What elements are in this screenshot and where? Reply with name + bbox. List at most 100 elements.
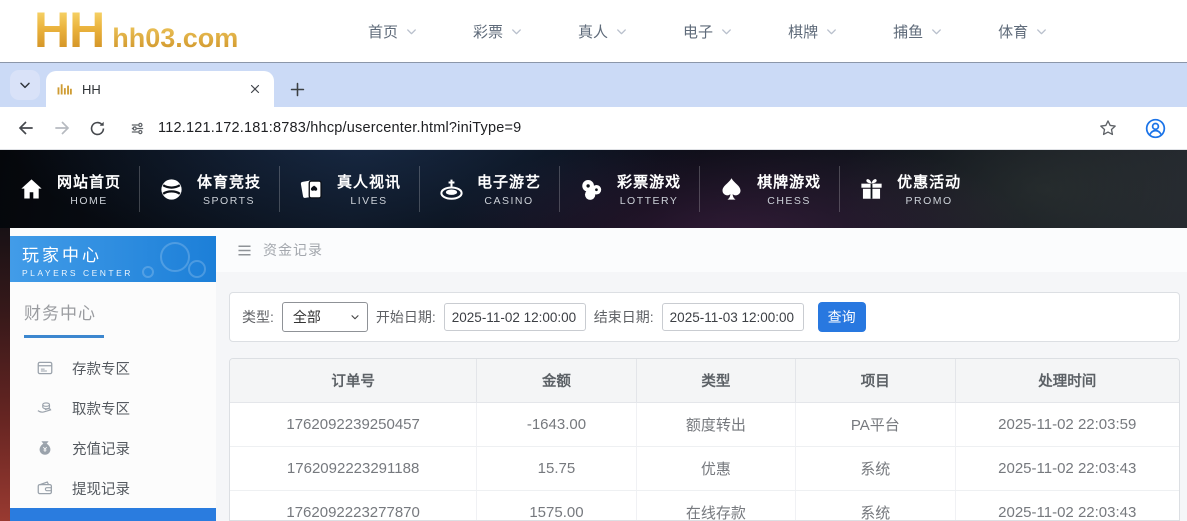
top-menu-item-label: 捕鱼 bbox=[893, 21, 923, 42]
main-panel: 资金记录 类型: 全部 开始日期: 结束日期: 查询 bbox=[216, 228, 1187, 521]
top-menu-item[interactable]: 捕鱼 bbox=[893, 21, 944, 42]
filter-bar: 类型: 全部 开始日期: 结束日期: 查询 bbox=[229, 292, 1180, 342]
game-nav-label-en: LIVES bbox=[337, 195, 401, 207]
top-menu-item-label: 体育 bbox=[998, 21, 1028, 42]
sidebar-item[interactable]: 取款专区 bbox=[10, 388, 216, 428]
hamburger-icon[interactable] bbox=[236, 242, 253, 259]
top-menu-item-label: 棋牌 bbox=[788, 21, 818, 42]
sidebar-item-label: 存款专区 bbox=[72, 358, 130, 379]
table-header-row: 订单号金额类型项目处理时间 bbox=[230, 359, 1179, 403]
game-nav-label-zh: 体育竞技 bbox=[197, 171, 261, 192]
sidebar-item-label: 充值记录 bbox=[72, 438, 130, 459]
gamepad-deco-icon bbox=[136, 240, 206, 280]
reload-button[interactable] bbox=[88, 119, 107, 138]
browser-tab[interactable]: HH bbox=[46, 71, 274, 107]
top-menu-item[interactable]: 真人 bbox=[578, 21, 629, 42]
chevron-down-icon bbox=[349, 311, 361, 323]
new-tab-button[interactable] bbox=[288, 80, 307, 99]
game-nav-item[interactable]: 网站首页 HOME bbox=[0, 166, 139, 212]
top-menu-item-label: 首页 bbox=[368, 21, 398, 42]
sports-ball-icon bbox=[158, 176, 185, 203]
sidebar-header: 玩家中心 PLAYERS CENTER bbox=[10, 236, 216, 282]
site-logo[interactable]: HH hh03.com bbox=[34, 2, 238, 58]
chevron-down-icon bbox=[824, 24, 839, 39]
toolbar-right bbox=[1098, 117, 1167, 140]
sidebar-item-label: 取款专区 bbox=[72, 398, 130, 419]
top-menu-item[interactable]: 体育 bbox=[998, 21, 1049, 42]
end-date-input[interactable] bbox=[662, 303, 804, 331]
game-nav-label-en: SPORTS bbox=[197, 195, 261, 207]
game-nav-label-zh: 网站首页 bbox=[57, 171, 121, 192]
page-content: 玩家中心 PLAYERS CENTER 财务中心 存款专区 取款专区 bbox=[0, 228, 1187, 521]
tab-search-button[interactable] bbox=[10, 70, 40, 100]
top-menu: 首页 彩票 真人 电子 棋牌 bbox=[368, 0, 1049, 62]
deposit-card-icon bbox=[36, 359, 54, 377]
breadcrumb: 资金记录 bbox=[216, 228, 1187, 272]
game-nav-item[interactable]: 电子游艺 CASINO bbox=[419, 166, 559, 212]
cell-order-id: 1762092239250457 bbox=[230, 403, 477, 447]
type-label: 类型: bbox=[242, 307, 274, 327]
site-info-icon[interactable] bbox=[129, 120, 146, 137]
top-menu-item[interactable]: 电子 bbox=[683, 21, 734, 42]
cell-project: 系统 bbox=[796, 491, 955, 521]
chevron-down-icon bbox=[509, 24, 524, 39]
back-button[interactable] bbox=[16, 118, 36, 138]
game-nav-item[interactable]: 真人视讯 LIVES bbox=[279, 166, 419, 212]
cell-order-id: 1762092223291188 bbox=[230, 447, 477, 491]
table-header-cell: 订单号 bbox=[230, 359, 477, 403]
tab-close-icon[interactable] bbox=[246, 80, 264, 98]
top-menu-item[interactable]: 棋牌 bbox=[788, 21, 839, 42]
withdraw-hand-icon bbox=[36, 399, 54, 417]
funds-table-card: 订单号金额类型项目处理时间 1762092239250457 -1643.00 … bbox=[229, 358, 1180, 521]
sidebar-item-label: 资金记录 bbox=[72, 518, 130, 521]
sidebar-item[interactable]: 资金记录 bbox=[10, 508, 216, 521]
top-menu-item-label: 彩票 bbox=[473, 21, 503, 42]
chess-spade-icon bbox=[718, 176, 745, 203]
cell-amount: 15.75 bbox=[477, 447, 636, 491]
table-header-cell: 处理时间 bbox=[955, 359, 1179, 403]
game-nav-label-zh: 真人视讯 bbox=[337, 171, 401, 192]
game-nav-item[interactable]: 体育竞技 SPORTS bbox=[139, 166, 279, 212]
chevron-down-icon bbox=[614, 24, 629, 39]
browser-tab-strip: HH bbox=[0, 62, 1187, 107]
cell-time: 2025-11-02 22:03:43 bbox=[955, 491, 1179, 521]
cell-type: 优惠 bbox=[636, 447, 795, 491]
sidebar-section-underline bbox=[24, 335, 104, 338]
start-date-input[interactable] bbox=[444, 303, 586, 331]
top-menu-item-label: 电子 bbox=[683, 21, 713, 42]
end-date-label: 结束日期: bbox=[594, 307, 654, 327]
game-nav-item[interactable]: 棋牌游戏 CHESS bbox=[699, 166, 839, 212]
sidebar-item[interactable]: 充值记录 bbox=[10, 428, 216, 468]
cell-time: 2025-11-02 22:03:59 bbox=[955, 403, 1179, 447]
url-bar[interactable]: 112.121.172.181:8783/hhcp/usercenter.htm… bbox=[158, 120, 521, 136]
tab-title: HH bbox=[82, 82, 246, 97]
top-menu-item[interactable]: 首页 bbox=[368, 21, 419, 42]
cell-order-id: 1762092223277870 bbox=[230, 491, 477, 521]
cell-amount: -1643.00 bbox=[477, 403, 636, 447]
casino-roulette-icon bbox=[438, 176, 465, 203]
sidebar-item-label: 提现记录 bbox=[72, 478, 130, 499]
home-icon bbox=[18, 176, 45, 203]
sidebar-item[interactable]: 提现记录 bbox=[10, 468, 216, 508]
lottery-balls-icon bbox=[578, 176, 605, 203]
forward-button[interactable] bbox=[52, 118, 72, 138]
type-select[interactable]: 全部 bbox=[282, 302, 368, 332]
game-nav-label-en: PROMO bbox=[897, 195, 961, 207]
game-nav-label-en: LOTTERY bbox=[617, 195, 681, 207]
cell-type: 在线存款 bbox=[636, 491, 795, 521]
table-header-cell: 项目 bbox=[796, 359, 955, 403]
search-button[interactable]: 查询 bbox=[818, 302, 866, 332]
table-row: 1762092239250457 -1643.00 额度转出 PA平台 2025… bbox=[230, 403, 1179, 447]
profile-avatar-icon[interactable] bbox=[1144, 117, 1167, 140]
page-background-strip bbox=[0, 228, 10, 521]
game-nav-item[interactable]: 优惠活动 PROMO bbox=[839, 166, 979, 212]
logo-text: HH bbox=[34, 2, 104, 58]
sidebar: 玩家中心 PLAYERS CENTER 财务中心 存款专区 取款专区 bbox=[10, 228, 216, 521]
funds-table: 订单号金额类型项目处理时间 1762092239250457 -1643.00 … bbox=[230, 359, 1179, 521]
game-nav-item[interactable]: 彩票游戏 LOTTERY bbox=[559, 166, 699, 212]
top-menu-item[interactable]: 彩票 bbox=[473, 21, 524, 42]
sidebar-item[interactable]: 存款专区 bbox=[10, 348, 216, 388]
bookmark-star-icon[interactable] bbox=[1098, 118, 1118, 138]
sidebar-section-label: 财务中心 bbox=[24, 299, 216, 324]
chevron-down-icon bbox=[17, 77, 33, 93]
